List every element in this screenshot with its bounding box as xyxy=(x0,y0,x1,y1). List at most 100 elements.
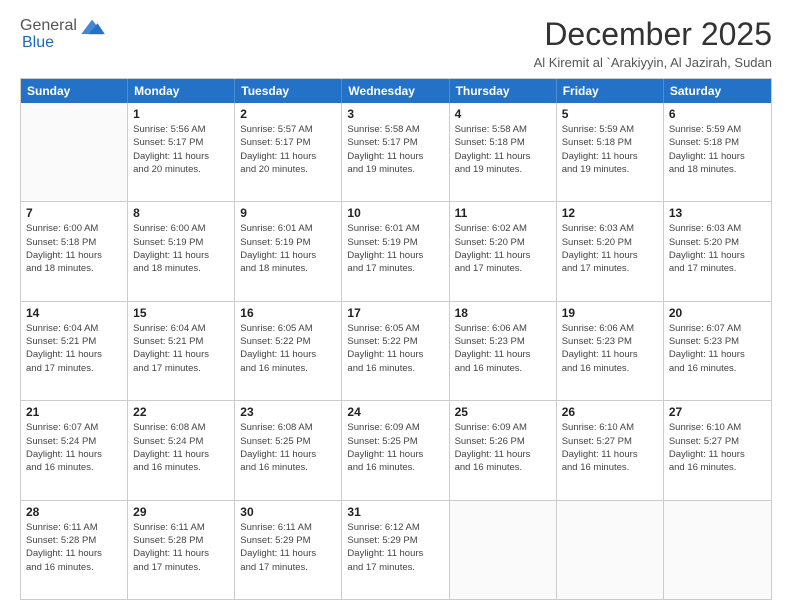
logo-general-text: General xyxy=(20,17,77,35)
cell-line-2: Daylight: 11 hours xyxy=(133,348,229,361)
cell-line-0: Sunrise: 6:00 AM xyxy=(133,222,229,235)
day-number: 7 xyxy=(26,206,122,220)
cell-line-2: Daylight: 11 hours xyxy=(26,249,122,262)
day-number: 31 xyxy=(347,505,443,519)
day-number: 16 xyxy=(240,306,336,320)
day-number: 21 xyxy=(26,405,122,419)
cell-line-2: Daylight: 11 hours xyxy=(240,448,336,461)
header-day-monday: Monday xyxy=(128,79,235,103)
day-number: 9 xyxy=(240,206,336,220)
day-cell-23: 23 Sunrise: 6:08 AMSunset: 5:25 PMDayligh… xyxy=(235,401,342,499)
cell-line-2: Daylight: 11 hours xyxy=(347,348,443,361)
cell-line-2: Daylight: 11 hours xyxy=(133,249,229,262)
day-number: 17 xyxy=(347,306,443,320)
cell-line-2: Daylight: 11 hours xyxy=(26,547,122,560)
day-number: 26 xyxy=(562,405,658,419)
empty-cell-0-0 xyxy=(21,103,128,201)
cell-line-2: Daylight: 11 hours xyxy=(133,547,229,560)
cell-line-0: Sunrise: 6:06 AM xyxy=(455,322,551,335)
day-cell-18: 18Sunrise: 6:06 AMSunset: 5:23 PMDayligh… xyxy=(450,302,557,400)
day-number: 13 xyxy=(669,206,766,220)
cell-line-3: and 16 minutes. xyxy=(669,362,766,375)
day-number: 22 xyxy=(133,405,229,419)
cell-line-0: Sunrise: 6:01 AM xyxy=(240,222,336,235)
day-cell-2: 2Sunrise: 5:57 AMSunset: 5:17 PMDaylight… xyxy=(235,103,342,201)
day-number: 28 xyxy=(26,505,122,519)
day-cell-13: 13Sunrise: 6:03 AMSunset: 5:20 PMDayligh… xyxy=(664,202,771,300)
day-number: 23 xyxy=(240,405,336,419)
cell-line-3: and 16 minutes. xyxy=(562,461,658,474)
day-cell-17: 17Sunrise: 6:05 AMSunset: 5:22 PMDayligh… xyxy=(342,302,449,400)
cell-line-3: and 17 minutes. xyxy=(347,262,443,275)
cell-line-0: Sunrise: 6:01 AM xyxy=(347,222,443,235)
cell-line-3: and 16 minutes. xyxy=(562,362,658,375)
cell-line-0: Sunrise: 6:10 AM xyxy=(562,421,658,434)
cell-line-3: and 17 minutes. xyxy=(562,262,658,275)
cell-line-0: Sunrise: 6:04 AM xyxy=(26,322,122,335)
cell-line-2: Daylight: 11 hours xyxy=(347,249,443,262)
header-day-saturday: Saturday xyxy=(664,79,771,103)
cell-line-0: Sunrise: 6:03 AM xyxy=(562,222,658,235)
empty-cell-4-6 xyxy=(664,501,771,599)
cell-line-1: Sunset: 5:25 PM xyxy=(240,435,336,448)
day-number: 1 xyxy=(133,107,229,121)
calendar-row-2: 14Sunrise: 6:04 AMSunset: 5:21 PMDayligh… xyxy=(21,301,771,400)
day-cell-15: 15Sunrise: 6:04 AMSunset: 5:21 PMDayligh… xyxy=(128,302,235,400)
cell-line-3: and 18 minutes. xyxy=(26,262,122,275)
cell-line-0: Sunrise: 6:09 AM xyxy=(455,421,551,434)
header-day-sunday: Sunday xyxy=(21,79,128,103)
day-cell-5: 5Sunrise: 5:59 AMSunset: 5:18 PMDaylight… xyxy=(557,103,664,201)
cell-line-1: Sunset: 5:20 PM xyxy=(562,236,658,249)
cell-line-1: Sunset: 5:25 PM xyxy=(347,435,443,448)
cell-line-0: Sunrise: 6:00 AM xyxy=(26,222,122,235)
header-day-tuesday: Tuesday xyxy=(235,79,342,103)
cell-line-1: Sunset: 5:28 PM xyxy=(133,534,229,547)
cell-line-0: Sunrise: 5:59 AM xyxy=(562,123,658,136)
day-number: 4 xyxy=(455,107,551,121)
cell-line-0: Sunrise: 6:07 AM xyxy=(26,421,122,434)
day-number: 25 xyxy=(455,405,551,419)
cell-line-2: Daylight: 11 hours xyxy=(347,547,443,560)
cell-line-2: Daylight: 11 hours xyxy=(669,348,766,361)
cell-line-2: Daylight: 11 hours xyxy=(455,249,551,262)
day-cell-10: 10 Sunrise: 6:01 AMSunset: 5:19 PMDayligh… xyxy=(342,202,449,300)
day-cell-1: 1Sunrise: 5:56 AMSunset: 5:17 PMDaylight… xyxy=(128,103,235,201)
day-cell-14: 14Sunrise: 6:04 AMSunset: 5:21 PMDayligh… xyxy=(21,302,128,400)
cell-line-0: Sunrise: 5:59 AM xyxy=(669,123,766,136)
cell-line-1: Sunset: 5:28 PM xyxy=(26,534,122,547)
cell-line-0: Sunrise: 6:05 AM xyxy=(240,322,336,335)
cell-line-1: Sunset: 5:29 PM xyxy=(347,534,443,547)
day-cell-8: 8Sunrise: 6:00 AMSunset: 5:19 PMDaylight… xyxy=(128,202,235,300)
day-number: 8 xyxy=(133,206,229,220)
logo: General Blue xyxy=(20,16,107,52)
header-day-thursday: Thursday xyxy=(450,79,557,103)
cell-line-3: and 20 minutes. xyxy=(133,163,229,176)
day-cell-7: 7Sunrise: 6:00 AMSunset: 5:18 PMDaylight… xyxy=(21,202,128,300)
cell-line-0: Sunrise: 6:08 AM xyxy=(240,421,336,434)
cell-line-0: Sunrise: 6:09 AM xyxy=(347,421,443,434)
cell-line-1: Sunset: 5:19 PM xyxy=(347,236,443,249)
cell-line-3: and 16 minutes. xyxy=(347,362,443,375)
calendar-row-3: 21Sunrise: 6:07 AMSunset: 5:24 PMDayligh… xyxy=(21,400,771,499)
cell-line-2: Daylight: 11 hours xyxy=(133,150,229,163)
cell-line-0: Sunrise: 6:10 AM xyxy=(669,421,766,434)
cell-line-3: and 16 minutes. xyxy=(455,362,551,375)
day-number: 10 xyxy=(347,206,443,220)
cell-line-3: and 16 minutes. xyxy=(26,561,122,574)
logo-blue-text: Blue xyxy=(22,34,54,52)
cell-line-2: Daylight: 11 hours xyxy=(562,348,658,361)
cell-line-1: Sunset: 5:17 PM xyxy=(133,136,229,149)
cell-line-2: Daylight: 11 hours xyxy=(133,448,229,461)
cell-line-0: Sunrise: 6:06 AM xyxy=(562,322,658,335)
day-cell-11: 11Sunrise: 6:02 AMSunset: 5:20 PMDayligh… xyxy=(450,202,557,300)
cell-line-2: Daylight: 11 hours xyxy=(26,348,122,361)
day-cell-24: 24Sunrise: 6:09 AMSunset: 5:25 PMDayligh… xyxy=(342,401,449,499)
day-number: 20 xyxy=(669,306,766,320)
header: General Blue December 2025 Al Kiremit al… xyxy=(20,16,772,70)
cell-line-2: Daylight: 11 hours xyxy=(455,150,551,163)
cell-line-0: Sunrise: 6:02 AM xyxy=(455,222,551,235)
logo-icon xyxy=(79,16,107,36)
cell-line-3: and 16 minutes. xyxy=(669,461,766,474)
cell-line-1: Sunset: 5:20 PM xyxy=(455,236,551,249)
cell-line-3: and 17 minutes. xyxy=(455,262,551,275)
